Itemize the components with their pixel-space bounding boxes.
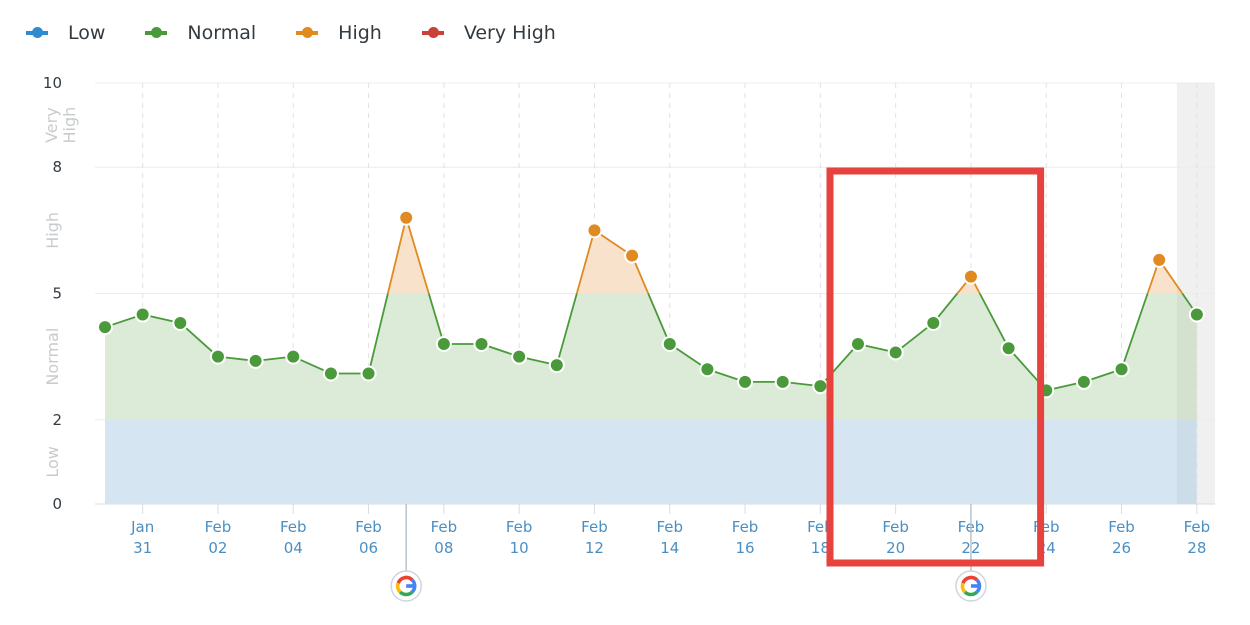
google-g-bar <box>970 584 980 588</box>
data-point[interactable] <box>247 352 264 369</box>
y-band-label: Low <box>43 446 62 478</box>
y-band-label: Normal <box>43 328 62 386</box>
x-tick-label-day: 28 <box>1187 539 1206 557</box>
x-tick-label-month: Feb <box>581 518 608 536</box>
x-tick-label-month: Feb <box>1033 518 1060 536</box>
x-tick-label-month: Feb <box>506 518 533 536</box>
x-tick-label-month: Feb <box>882 518 909 536</box>
x-tick-label-day: 26 <box>1112 539 1131 557</box>
band-fill-low <box>105 419 1197 504</box>
data-point[interactable] <box>285 348 302 365</box>
data-point[interactable] <box>1188 306 1205 323</box>
data-point[interactable] <box>172 314 189 331</box>
y-tick-label: 2 <box>52 411 62 429</box>
band-fill-high <box>105 217 1197 294</box>
x-tick-label-month: Feb <box>656 518 683 536</box>
y-band-label: High <box>60 107 79 144</box>
data-point[interactable] <box>850 336 866 353</box>
data-point[interactable] <box>97 319 113 336</box>
y-tick-label: 0 <box>52 495 62 513</box>
data-point[interactable] <box>586 222 603 239</box>
x-tick-label-day: 04 <box>284 539 303 557</box>
data-point[interactable] <box>737 373 754 390</box>
y-tick-label: 8 <box>52 158 62 176</box>
data-point[interactable] <box>774 373 791 390</box>
data-point[interactable] <box>661 336 678 353</box>
x-tick-label-day: 31 <box>133 539 152 557</box>
y-band-label: Very <box>42 107 61 143</box>
data-point[interactable] <box>699 361 716 378</box>
google-update-marker[interactable] <box>955 570 987 602</box>
data-point[interactable] <box>322 365 339 382</box>
x-tick-label-day: 10 <box>510 539 529 557</box>
data-point[interactable] <box>812 378 829 395</box>
x-tick-label-day: 06 <box>359 539 378 557</box>
band-fill-very-high <box>105 83 1197 167</box>
data-point[interactable] <box>473 336 490 353</box>
data-point[interactable] <box>398 209 415 226</box>
volatility-chart: 025810LowNormalHighVery HighJan31Feb02Feb… <box>42 74 1215 602</box>
data-point[interactable] <box>511 348 528 365</box>
data-point[interactable] <box>1151 251 1168 268</box>
data-point[interactable] <box>134 306 151 323</box>
x-tick-label-month: Feb <box>280 518 307 536</box>
x-tick-label-month: Feb <box>1108 518 1135 536</box>
x-tick-label-day: 12 <box>585 539 604 557</box>
google-update-marker[interactable] <box>390 570 422 602</box>
x-tick-label-month: Feb <box>355 518 382 536</box>
x-tick-label-day: 20 <box>886 539 905 557</box>
data-point[interactable] <box>624 247 641 264</box>
google-g-bar <box>406 584 416 588</box>
x-tick-label-month: Jan <box>130 518 154 536</box>
y-tick-label: 10 <box>43 74 62 92</box>
x-tick-label-month: Feb <box>732 518 759 536</box>
data-point[interactable] <box>548 357 565 374</box>
x-tick-label-month: Feb <box>1184 518 1211 536</box>
x-tick-label-day: 14 <box>660 539 679 557</box>
data-point[interactable] <box>887 344 904 361</box>
data-point[interactable] <box>209 348 226 365</box>
band-fill-normal <box>105 293 1197 420</box>
y-band-label: High <box>43 212 62 249</box>
y-tick-label: 5 <box>52 285 62 303</box>
x-tick-label-day: 16 <box>736 539 755 557</box>
x-tick-label-month: Feb <box>431 518 458 536</box>
data-point[interactable] <box>1000 340 1017 357</box>
x-tick-label-day: 02 <box>208 539 227 557</box>
data-point[interactable] <box>1113 361 1130 378</box>
x-tick-label-month: Feb <box>205 518 232 536</box>
data-point[interactable] <box>435 336 452 353</box>
data-point[interactable] <box>360 365 377 382</box>
x-tick-label-day: 08 <box>434 539 453 557</box>
data-point[interactable] <box>1075 373 1092 390</box>
data-point[interactable] <box>962 268 979 285</box>
data-point[interactable] <box>925 314 942 331</box>
